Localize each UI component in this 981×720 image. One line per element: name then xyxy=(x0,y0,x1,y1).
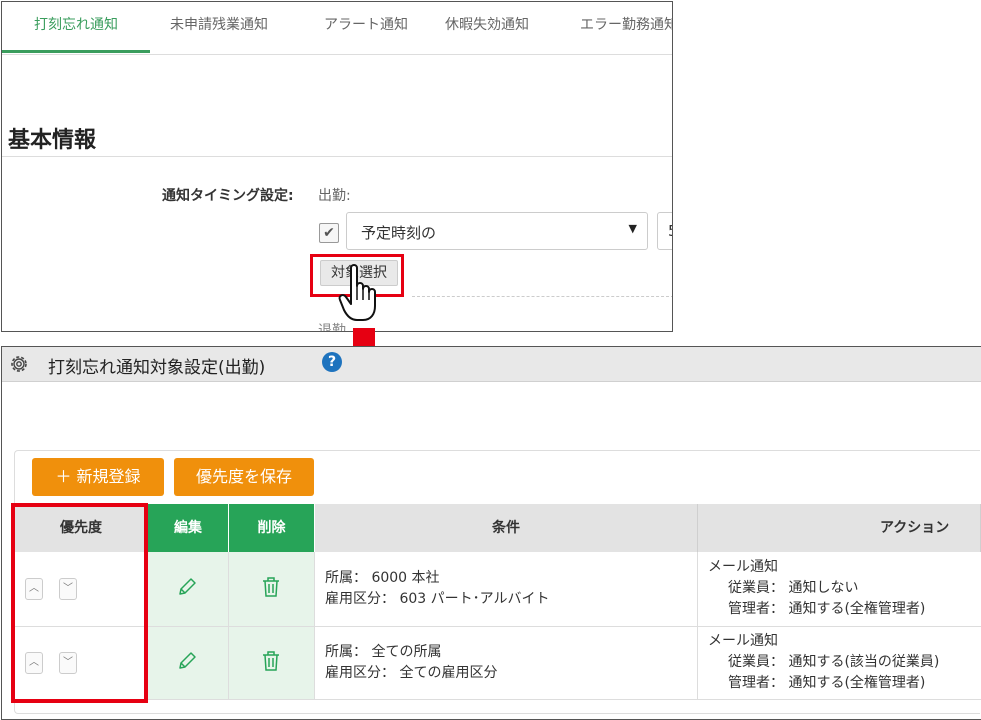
tab-error-attendance[interactable]: エラー勤務通知 xyxy=(580,14,672,34)
tab-leave-expiry[interactable]: 休暇失効通知 xyxy=(445,14,529,34)
condition-affiliation: 所属： 全ての所属 xyxy=(325,644,442,660)
dialog-title-bar: 打刻忘れ通知対象設定(出勤) ? xyxy=(2,347,981,382)
help-icon[interactable]: ? xyxy=(322,352,342,372)
dashed-divider xyxy=(412,296,672,297)
minutes-select-value: 5 xyxy=(668,222,672,240)
minutes-select[interactable]: 5 xyxy=(657,212,672,250)
column-header-conditions: 条件 xyxy=(315,504,698,552)
condition-affiliation: 所属： 6000 本社 xyxy=(325,570,440,586)
dialog-title: 打刻忘れ通知対象設定(出勤) xyxy=(48,358,266,378)
active-tab-indicator xyxy=(2,50,150,53)
highlight-box xyxy=(11,503,148,703)
action-employee: 従業員： 通知しない xyxy=(728,580,859,596)
divider xyxy=(2,156,672,157)
action-admin: 管理者： 通知する(全権管理者) xyxy=(728,601,926,617)
hand-pointer-icon xyxy=(338,264,376,321)
section-title: 基本情報 xyxy=(8,128,97,153)
conditions-cell: 所属： 6000 本社 雇用区分： 603 パート･アルバイト xyxy=(315,552,698,627)
action-admin: 管理者： 通知する(全権管理者) xyxy=(728,675,926,691)
actions-cell: メール通知 従業員： 通知する(該当の従業員) 管理者： 通知する(全権管理者) xyxy=(698,627,981,700)
timing-setting-label: 通知タイミング設定: xyxy=(162,188,294,204)
tab-missed-punch[interactable]: 打刻忘れ通知 xyxy=(34,14,118,34)
attendance-label: 出勤: xyxy=(318,188,351,204)
conditions-cell: 所属： 全ての所属 雇用区分： 全ての雇用区分 xyxy=(315,627,698,700)
settings-panel: 打刻忘れ通知 未申請残業通知 アラート通知 休暇失効通知 エラー勤務通知 基本情… xyxy=(1,1,673,332)
actions-cell: メール通知 従業員： 通知しない 管理者： 通知する(全権管理者) xyxy=(698,552,981,627)
gear-icon xyxy=(11,356,27,372)
chevron-down-icon: ▼ xyxy=(628,222,637,235)
trash-icon[interactable] xyxy=(261,576,281,598)
pencil-icon[interactable] xyxy=(176,650,198,672)
trash-icon[interactable] xyxy=(261,650,281,672)
delete-cell xyxy=(229,552,315,627)
timing-select[interactable]: 予定時刻の ▼ xyxy=(346,212,648,250)
attendance-checkbox[interactable]: ✔ xyxy=(319,223,339,243)
condition-employment-type: 雇用区分： 全ての雇用区分 xyxy=(325,665,498,681)
delete-cell xyxy=(229,627,315,700)
tab-alert[interactable]: アラート通知 xyxy=(324,14,408,34)
tab-unrequested-overtime[interactable]: 未申請残業通知 xyxy=(170,14,268,34)
edit-cell xyxy=(148,552,229,627)
column-header-delete: 削除 xyxy=(229,504,315,552)
condition-employment-type: 雇用区分： 603 パート･アルバイト xyxy=(325,591,550,607)
pencil-icon[interactable] xyxy=(176,576,198,598)
save-priority-button[interactable]: 優先度を保存 xyxy=(174,458,314,496)
action-title: メール通知 xyxy=(708,633,778,649)
column-header-actions: アクション xyxy=(698,504,981,552)
edit-cell xyxy=(148,627,229,700)
new-registration-button[interactable]: ＋ 新規登録 xyxy=(32,458,164,496)
timing-select-value: 予定時刻の xyxy=(361,224,437,242)
column-header-edit: 編集 xyxy=(148,504,229,552)
action-title: メール通知 xyxy=(708,559,778,575)
notification-tabs: 打刻忘れ通知 未申請残業通知 アラート通知 休暇失効通知 エラー勤務通知 xyxy=(2,2,672,55)
action-employee: 従業員： 通知する(該当の従業員) xyxy=(728,654,940,670)
